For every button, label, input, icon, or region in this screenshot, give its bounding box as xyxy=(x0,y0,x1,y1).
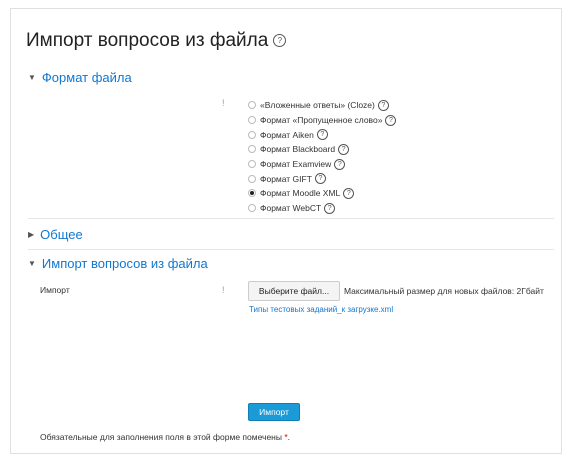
format-option-label: «Вложенные ответы» (Cloze) xyxy=(260,100,375,111)
format-radio[interactable] xyxy=(248,116,256,125)
format-option[interactable]: Формат Examview? xyxy=(248,157,396,172)
section-general-label: Общее xyxy=(40,227,83,242)
help-icon[interactable]: ? xyxy=(343,187,355,199)
format-option-label: Формат Examview xyxy=(260,159,332,170)
max-size-text: Максимальный размер для новых файлов: 2Г… xyxy=(344,286,544,296)
format-option[interactable]: Формат GIFT? xyxy=(248,171,396,186)
page-title-text: Импорт вопросов из файла xyxy=(26,30,269,51)
format-option-label: Формат Blackboard xyxy=(260,144,336,155)
import-field-label: Импорт xyxy=(40,285,70,295)
help-icon[interactable]: ? xyxy=(377,99,389,111)
format-radio[interactable] xyxy=(248,160,256,169)
import-submit-button[interactable]: Импорт xyxy=(248,403,300,421)
required-note-period: . xyxy=(287,432,291,442)
format-option-label: Формат Moodle XML xyxy=(260,188,341,199)
caret-down-icon: ▼ xyxy=(28,259,36,268)
selected-file-link[interactable]: Типы тестовых заданий_к загрузке.xml xyxy=(249,305,393,314)
choose-file-button[interactable]: Выберите файл... xyxy=(248,281,340,301)
help-icon[interactable]: ? xyxy=(324,202,336,214)
help-icon[interactable]: ? xyxy=(273,34,287,48)
caret-down-icon: ▼ xyxy=(28,73,36,82)
required-icon: ! xyxy=(222,285,225,295)
format-option[interactable]: Формат Blackboard? xyxy=(248,142,396,157)
format-radio[interactable] xyxy=(248,130,256,139)
format-option[interactable]: Формат Aiken? xyxy=(248,127,396,142)
format-option[interactable]: Формат Moodle XML? xyxy=(248,186,396,201)
format-option[interactable]: Формат «Пропущенное слово»? xyxy=(248,113,397,128)
format-radio[interactable] xyxy=(248,189,256,198)
section-import[interactable]: ▼ Импорт вопросов из файла xyxy=(28,256,208,271)
format-option-label: Формат GIFT xyxy=(260,173,312,184)
required-icon: ! xyxy=(222,98,225,108)
section-divider xyxy=(28,249,554,250)
section-file-format[interactable]: ▼ Формат файла xyxy=(28,70,132,85)
format-radio[interactable] xyxy=(248,145,256,154)
help-icon[interactable]: ? xyxy=(338,143,350,155)
required-note-text: Обязательные для заполнения поля в этой … xyxy=(40,432,282,442)
help-icon[interactable]: ? xyxy=(316,129,328,141)
help-icon[interactable]: ? xyxy=(334,158,346,170)
help-icon[interactable]: ? xyxy=(314,173,326,185)
section-general[interactable]: ▶ Общее xyxy=(28,227,83,242)
section-import-label: Импорт вопросов из файла xyxy=(41,256,208,271)
format-option[interactable]: Формат WebCT? xyxy=(248,201,396,216)
format-radio-group: «Вложенные ответы» (Cloze)? Формат «Пропу… xyxy=(248,98,397,216)
caret-right-icon: ▶ xyxy=(28,230,35,239)
format-option[interactable]: «Вложенные ответы» (Cloze)? xyxy=(248,98,396,113)
format-radio[interactable] xyxy=(248,101,256,110)
section-divider xyxy=(28,218,554,219)
help-icon[interactable]: ? xyxy=(385,114,397,126)
page-title: Импорт вопросов из файла? xyxy=(26,30,287,52)
format-option-label: Формат Aiken xyxy=(260,129,314,140)
required-fields-note: Обязательные для заполнения поля в этой … xyxy=(40,432,290,442)
format-radio[interactable] xyxy=(248,204,256,213)
format-option-label: Формат WebCT xyxy=(260,203,322,214)
format-radio[interactable] xyxy=(248,174,256,183)
format-option-label: Формат «Пропущенное слово» xyxy=(260,115,383,126)
section-file-format-label: Формат файла xyxy=(41,70,132,85)
